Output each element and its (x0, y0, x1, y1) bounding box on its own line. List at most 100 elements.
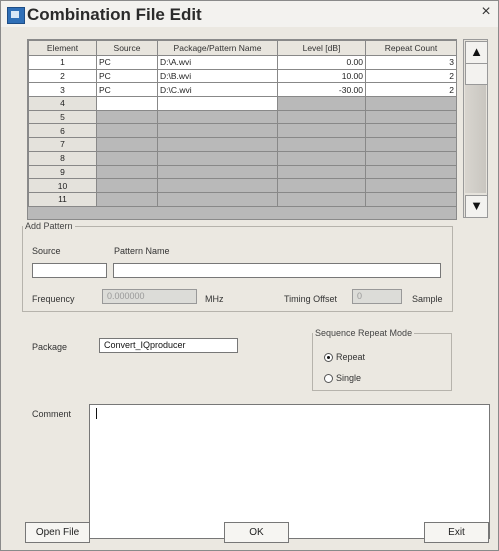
repeat-count-cell[interactable] (365, 191, 456, 207)
window-title: Combination File Edit (27, 5, 202, 24)
pattern-name-label: Pattern Name (114, 246, 170, 256)
comment-label: Comment (32, 409, 72, 419)
level-cell[interactable] (277, 137, 366, 152)
table-row[interactable]: 2 PC D:\B.wvi 10.00 2 (28, 68, 456, 84)
level-cell[interactable]: 10.00 (277, 68, 366, 84)
package-label: Package (32, 342, 68, 352)
package-pattern-name-cell[interactable] (157, 109, 278, 125)
package-pattern-name-cell[interactable] (157, 164, 278, 180)
repeat-count-cell[interactable] (365, 178, 456, 193)
level-cell[interactable] (277, 191, 366, 207)
combination-file-edit-window: Combination File Edit × Element Source P… (0, 0, 499, 551)
package-pattern-name-cell[interactable] (157, 150, 278, 166)
element-number: 9 (28, 164, 97, 180)
table-row[interactable]: 9 (28, 164, 456, 180)
level-cell[interactable] (277, 123, 366, 139)
pattern-name-input[interactable] (113, 263, 441, 278)
package-pattern-name-cell[interactable]: D:\C.wvi (157, 82, 278, 98)
column-header-element[interactable]: Element (28, 40, 97, 56)
repeat-count-cell[interactable] (365, 123, 456, 139)
table-row[interactable]: 8 (28, 150, 456, 166)
close-icon[interactable]: × (478, 3, 494, 21)
table-vertical-scrollbar[interactable]: ▲ ▼ (463, 39, 488, 218)
repeat-radio[interactable] (324, 353, 333, 362)
scroll-up-icon[interactable]: ▲ (465, 41, 488, 64)
table-row[interactable]: 10 (28, 178, 456, 193)
source-cell[interactable] (96, 96, 158, 111)
table-row[interactable]: 4 (28, 96, 456, 111)
table-row[interactable]: 11 (28, 191, 456, 207)
element-number: 11 (28, 191, 97, 207)
table-header-row: Element Source Package/Pattern Name Leve… (28, 40, 456, 56)
element-number: 1 (28, 55, 97, 70)
table-row[interactable]: 1 PC D:\A.wvi 0.00 3 (28, 55, 456, 70)
source-cell[interactable] (96, 109, 158, 125)
level-cell[interactable]: 0.00 (277, 55, 366, 70)
level-cell[interactable]: -30.00 (277, 82, 366, 98)
table-row[interactable]: 3 PC D:\C.wvi -30.00 2 (28, 82, 456, 98)
table-row[interactable]: 7 (28, 137, 456, 152)
column-header-level[interactable]: Level [dB] (277, 40, 366, 56)
frequency-label: Frequency (32, 294, 75, 304)
element-number: 7 (28, 137, 97, 152)
package-pattern-name-cell[interactable] (157, 178, 278, 193)
element-number: 10 (28, 178, 97, 193)
source-cell[interactable] (96, 164, 158, 180)
exit-button[interactable]: Exit (424, 522, 489, 543)
source-cell[interactable]: PC (96, 82, 158, 98)
level-cell[interactable] (277, 96, 366, 111)
source-input[interactable] (32, 263, 107, 278)
source-cell[interactable] (96, 150, 158, 166)
scroll-down-icon[interactable]: ▼ (465, 195, 488, 218)
package-pattern-name-cell[interactable]: D:\B.wvi (157, 68, 278, 84)
app-icon (7, 7, 25, 24)
repeat-count-cell[interactable] (365, 150, 456, 166)
level-cell[interactable] (277, 178, 366, 193)
sequence-repeat-mode-group: Sequence Repeat Mode (312, 328, 452, 391)
package-pattern-name-cell[interactable] (157, 191, 278, 207)
sequence-repeat-mode-legend: Sequence Repeat Mode (315, 328, 413, 338)
text-caret (96, 408, 97, 419)
open-file-button[interactable]: Open File (25, 522, 90, 543)
column-header-source[interactable]: Source (96, 40, 158, 56)
package-pattern-name-cell[interactable] (157, 96, 278, 111)
package-pattern-name-cell[interactable]: D:\A.wvi (157, 55, 278, 70)
level-cell[interactable] (277, 164, 366, 180)
element-number: 6 (28, 123, 97, 139)
repeat-count-cell[interactable]: 2 (365, 82, 456, 98)
package-pattern-name-cell[interactable] (157, 123, 278, 139)
source-cell[interactable] (96, 178, 158, 193)
frequency-unit: MHz (205, 294, 224, 304)
repeat-count-cell[interactable]: 2 (365, 68, 456, 84)
table-row[interactable]: 6 (28, 123, 456, 139)
repeat-count-cell[interactable] (365, 137, 456, 152)
level-cell[interactable] (277, 150, 366, 166)
repeat-count-cell[interactable] (365, 96, 456, 111)
repeat-count-cell[interactable]: 3 (365, 55, 456, 70)
timing-offset-label: Timing Offset (284, 294, 338, 304)
column-header-repeat-count[interactable]: Repeat Count (365, 40, 456, 56)
single-option-label[interactable]: Single (336, 373, 361, 383)
source-cell[interactable] (96, 137, 158, 152)
source-cell[interactable]: PC (96, 68, 158, 84)
repeat-count-cell[interactable] (365, 109, 456, 125)
column-header-package-pattern-name[interactable]: Package/Pattern Name (157, 40, 278, 56)
single-radio[interactable] (324, 374, 333, 383)
scroll-thumb[interactable] (465, 63, 488, 85)
frequency-input[interactable]: 0.000000 (102, 289, 197, 304)
source-cell[interactable]: PC (96, 55, 158, 70)
table-row[interactable]: 5 (28, 109, 456, 125)
repeat-option-label[interactable]: Repeat (336, 352, 365, 362)
level-cell[interactable] (277, 109, 366, 125)
title-bar: Combination File Edit × (1, 1, 498, 27)
package-pattern-name-cell[interactable] (157, 137, 278, 152)
timing-offset-unit: Sample (412, 294, 443, 304)
package-input[interactable]: Convert_IQproducer (99, 338, 238, 353)
comment-textarea[interactable] (89, 404, 490, 539)
scroll-track[interactable] (465, 85, 486, 193)
source-cell[interactable] (96, 123, 158, 139)
repeat-count-cell[interactable] (365, 164, 456, 180)
timing-offset-input[interactable]: 0 (352, 289, 402, 304)
ok-button[interactable]: OK (224, 522, 289, 543)
source-cell[interactable] (96, 191, 158, 207)
